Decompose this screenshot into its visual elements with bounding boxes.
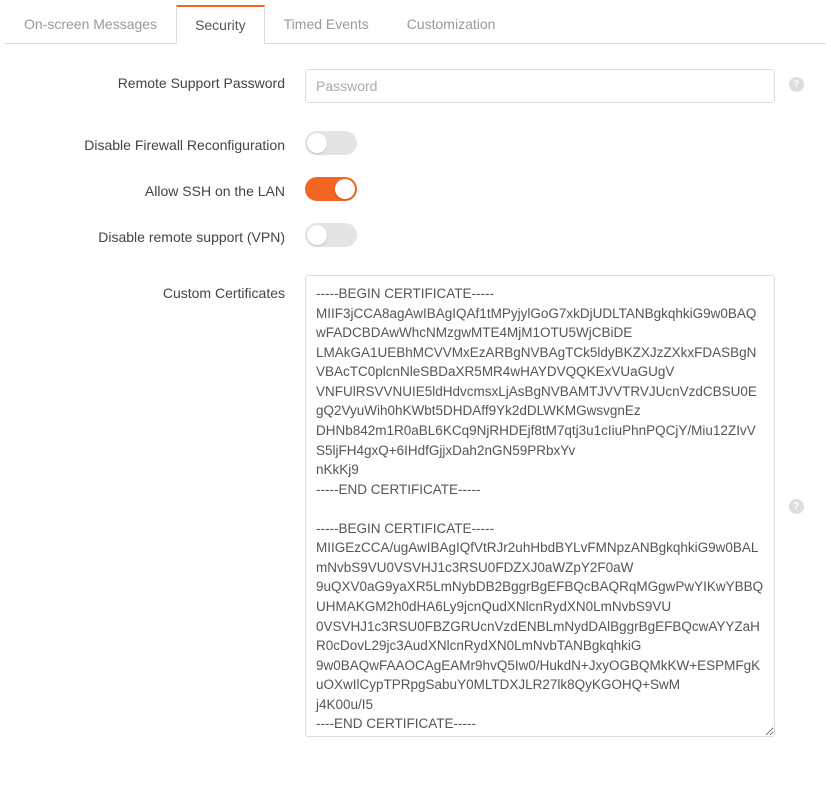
tab-on-screen-messages[interactable]: On-screen Messages — [5, 5, 176, 43]
remote-password-label: Remote Support Password — [20, 69, 305, 91]
security-form: Remote Support Password ? Disable Firewa… — [0, 44, 831, 785]
tab-security[interactable]: Security — [176, 5, 265, 44]
tab-bar: On-screen Messages Security Timed Events… — [5, 5, 826, 44]
disable-firewall-label: Disable Firewall Reconfiguration — [20, 131, 305, 153]
allow-ssh-label: Allow SSH on the LAN — [20, 177, 305, 199]
disable-vpn-label: Disable remote support (VPN) — [20, 223, 305, 245]
disable-firewall-toggle[interactable] — [305, 131, 357, 155]
tab-timed-events[interactable]: Timed Events — [265, 5, 388, 43]
custom-certs-textarea[interactable] — [305, 275, 775, 737]
tab-customization[interactable]: Customization — [388, 5, 515, 43]
help-icon[interactable]: ? — [789, 499, 804, 514]
help-icon[interactable]: ? — [789, 77, 804, 92]
disable-vpn-toggle[interactable] — [305, 223, 357, 247]
remote-password-input[interactable] — [305, 69, 775, 103]
allow-ssh-toggle[interactable] — [305, 177, 357, 201]
custom-certs-label: Custom Certificates — [20, 275, 305, 301]
